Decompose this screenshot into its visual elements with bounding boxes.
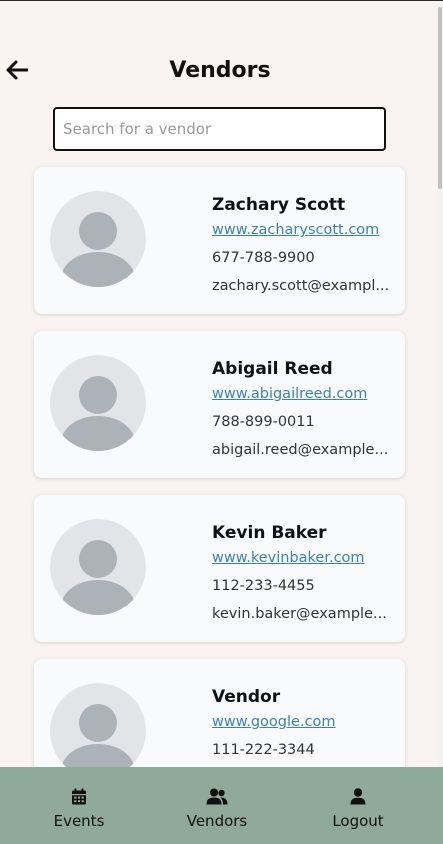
vendor-info: Abigail Reed www.abigailreed.com 788-899… [212, 357, 397, 467]
scrollbar-thumb[interactable] [438, 7, 442, 189]
vendor-email: kevin.baker@example... [212, 606, 387, 622]
avatar [50, 355, 146, 451]
calendar-icon [71, 787, 87, 805]
page-title: Vendors [169, 58, 271, 83]
vendor-phone: 677-788-9900 [212, 250, 315, 266]
vendor-name: Abigail Reed [212, 359, 333, 379]
nav-item-vendors[interactable]: Vendors [157, 767, 277, 844]
avatar [50, 683, 146, 779]
user-placeholder-icon [50, 191, 146, 287]
vendor-phone: 111-222-3344 [212, 742, 315, 758]
vendor-website-link[interactable]: www.abigailreed.com [212, 383, 397, 411]
vendor-name: Vendor [212, 687, 281, 707]
vendor-website-link[interactable]: www.google.com [212, 711, 397, 739]
app-screen: Vendors Zachary Scott www.zacharyscott.c… [0, 0, 443, 844]
user-placeholder-icon [50, 355, 146, 451]
nav-label: Events [53, 812, 105, 830]
nav-item-logout[interactable]: Logout [298, 767, 418, 844]
user-icon [350, 787, 366, 805]
vendor-card[interactable]: Kevin Baker www.kevinbaker.com 112-233-4… [34, 495, 405, 642]
vendor-info: Zachary Scott www.zacharyscott.com 677-7… [212, 193, 397, 303]
vendor-card[interactable]: Zachary Scott www.zacharyscott.com 677-7… [34, 167, 405, 314]
vendor-info: Kevin Baker www.kevinbaker.com 112-233-4… [212, 521, 397, 631]
user-placeholder-icon [50, 519, 146, 615]
nav-label: Vendors [186, 812, 248, 830]
avatar [50, 519, 146, 615]
vendor-phone: 788-899-0011 [212, 414, 315, 430]
user-placeholder-icon [50, 683, 146, 779]
vendor-email: abigail.reed@example... [212, 442, 389, 458]
vendor-phone: 112-233-4455 [212, 578, 315, 594]
avatar [50, 191, 146, 287]
bottom-nav: Events Vendors Logout [0, 767, 443, 844]
vendor-email: zachary.scott@exampl... [212, 278, 390, 294]
vendor-name: Kevin Baker [212, 523, 327, 543]
search-input[interactable] [53, 107, 386, 151]
vendor-website-link[interactable]: www.zacharyscott.com [212, 219, 397, 247]
users-icon [206, 787, 228, 805]
vendor-name: Zachary Scott [212, 195, 346, 215]
nav-item-events[interactable]: Events [19, 767, 139, 844]
vendor-card[interactable]: Abigail Reed www.abigailreed.com 788-899… [34, 331, 405, 478]
nav-label: Logout [332, 812, 384, 830]
vendor-info: Vendor www.google.com 111-222-3344 [212, 685, 397, 767]
vendor-website-link[interactable]: www.kevinbaker.com [212, 547, 397, 575]
scrollbar[interactable] [437, 1, 443, 844]
